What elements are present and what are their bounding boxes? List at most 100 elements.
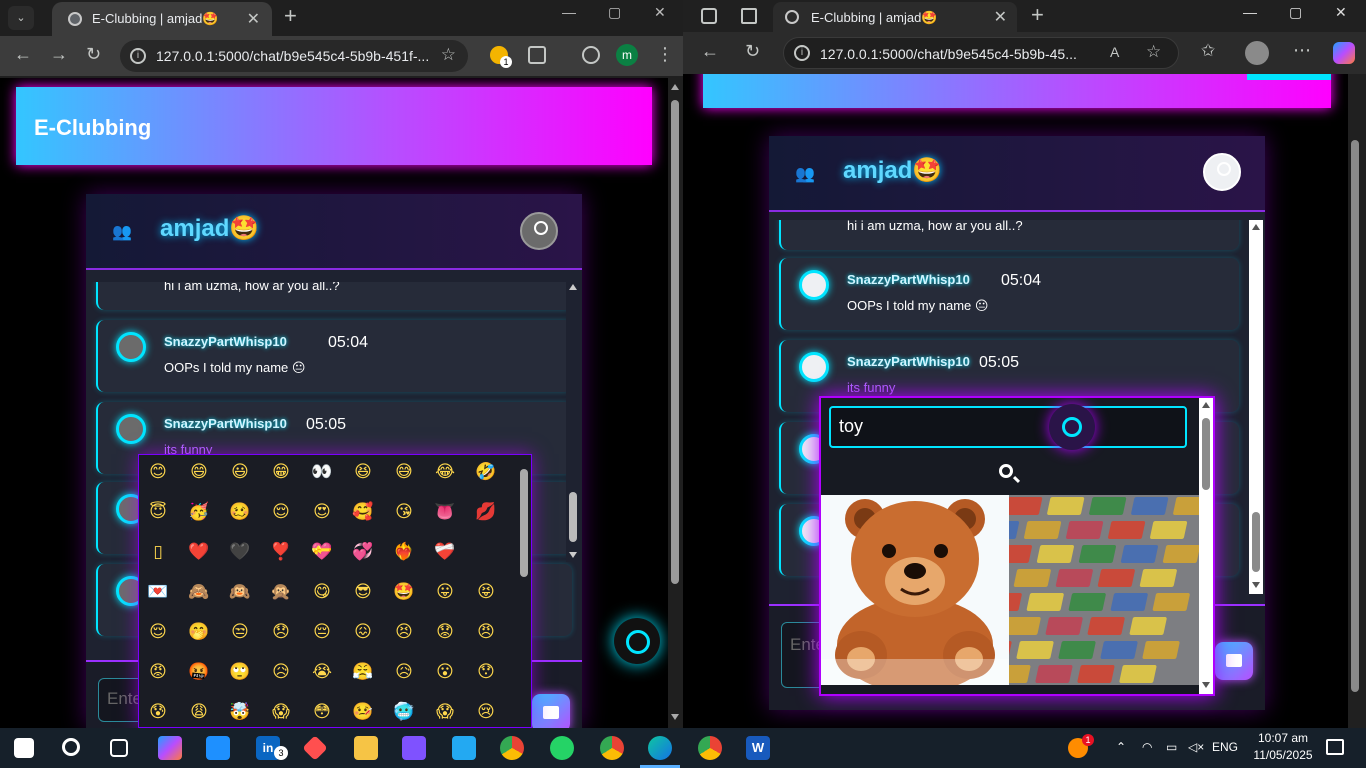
emoji-option[interactable]: 🙈: [182, 577, 216, 607]
scroll-up-arrow[interactable]: [569, 284, 577, 290]
close-window-button[interactable]: ✕: [654, 4, 666, 21]
settings-more-icon[interactable]: ⋯: [1293, 40, 1311, 61]
gif-scroll-up[interactable]: [1202, 402, 1210, 408]
gif-toggle-button[interactable]: [614, 618, 660, 664]
emoji-option[interactable]: 😅: [387, 457, 421, 487]
emoji-option[interactable]: 💌: [141, 577, 175, 607]
emoji-option[interactable]: 😖: [346, 617, 380, 647]
gif-toggle-button[interactable]: [1049, 404, 1095, 450]
store-icon[interactable]: [206, 736, 230, 760]
maximize-button[interactable]: ▢: [608, 4, 621, 21]
new-tab-button[interactable]: +: [1031, 2, 1044, 28]
page-scroll-thumb[interactable]: [671, 100, 679, 584]
bookmark-star-icon[interactable]: ☆: [441, 45, 456, 65]
visual-studio-icon[interactable]: [402, 736, 426, 760]
reload-button[interactable]: ↻: [86, 44, 101, 65]
emoji-option[interactable]: 😒: [223, 617, 257, 647]
back-button[interactable]: ←: [14, 44, 32, 65]
emoji-option[interactable]: 🥰: [346, 497, 380, 527]
emoji-option[interactable]: 😳: [305, 697, 339, 727]
emoji-option[interactable]: 💝: [305, 537, 339, 567]
tab-actions-icon[interactable]: [741, 8, 757, 24]
scroll-thumb[interactable]: [1252, 512, 1260, 572]
emoji-option[interactable]: 😮: [428, 657, 462, 687]
tab-search-button[interactable]: ⌄: [8, 6, 34, 30]
notifications-icon[interactable]: [1326, 739, 1344, 755]
emoji-option[interactable]: ❣️: [264, 537, 298, 567]
group-users-icon[interactable]: 👥: [112, 222, 132, 242]
emoji-option[interactable]: 😘: [387, 497, 421, 527]
emoji-option[interactable]: 😊: [141, 457, 175, 487]
site-info-icon[interactable]: i: [794, 45, 810, 61]
site-info-icon[interactable]: i: [130, 48, 146, 64]
chrome-alt-icon[interactable]: [698, 736, 722, 760]
copilot-icon[interactable]: [1333, 42, 1355, 64]
address-bar[interactable]: i 127.0.0.1:5000/chat/b9e545c4-5b9b-451f…: [120, 40, 468, 72]
file-explorer-icon[interactable]: [354, 736, 378, 760]
back-button[interactable]: ←: [701, 41, 719, 62]
emoji-option[interactable]: 👀: [305, 457, 339, 487]
emoji-option[interactable]: 🤒: [346, 697, 380, 727]
emoji-option[interactable]: 🤭: [182, 617, 216, 647]
page-scroll-up[interactable]: [671, 84, 679, 90]
scroll-thumb[interactable]: [569, 492, 577, 542]
emoji-option[interactable]: 🙉: [223, 577, 257, 607]
emoji-option[interactable]: 😥: [387, 657, 421, 687]
emoji-option[interactable]: 😱: [428, 697, 462, 727]
emoji-option[interactable]: 🥶: [387, 697, 421, 727]
image-upload-button[interactable]: [532, 694, 570, 728]
emoji-option[interactable]: 😃: [223, 457, 257, 487]
favorite-star-icon[interactable]: ☆: [1146, 42, 1161, 62]
emoji-option[interactable]: ❤️: [182, 537, 216, 567]
language-indicator[interactable]: ENG: [1212, 740, 1238, 754]
emoji-option[interactable]: 😝: [469, 577, 503, 607]
emoji-option[interactable]: ❤️‍🔥: [387, 537, 421, 567]
emoji-option[interactable]: 🙊: [264, 577, 298, 607]
emoji-option[interactable]: 😯: [469, 657, 503, 687]
emoji-option[interactable]: 😛: [428, 577, 462, 607]
clock-date[interactable]: 11/05/2025: [1250, 748, 1316, 762]
emoji-option[interactable]: 😩: [182, 697, 216, 727]
gif-scrollbar[interactable]: [1199, 398, 1213, 694]
emoji-option[interactable]: 😥: [264, 657, 298, 687]
emoji-option[interactable]: 😔: [305, 617, 339, 647]
emoji-option[interactable]: 😇: [141, 497, 175, 527]
emoji-scroll-thumb[interactable]: [520, 469, 528, 577]
whatsapp-icon[interactable]: [550, 736, 574, 760]
page-scrollbar[interactable]: [668, 78, 682, 728]
emoji-scrollbar[interactable]: [517, 455, 531, 727]
edge-icon[interactable]: [648, 736, 672, 760]
chevron-up-icon[interactable]: ⌃: [1116, 740, 1126, 754]
emoji-option[interactable]: 😢: [469, 697, 503, 727]
gif-search-input[interactable]: toy: [829, 406, 1187, 448]
emoji-option[interactable]: 😎: [346, 577, 380, 607]
emoji-option[interactable]: 🤩: [387, 577, 421, 607]
task-view-icon[interactable]: [110, 739, 128, 757]
gif-result-lego-bricks[interactable]: [1009, 495, 1199, 685]
address-bar[interactable]: i 127.0.0.1:5000/chat/b9e545c4-5b9b-45..…: [783, 37, 1179, 69]
minimize-button[interactable]: —: [1243, 4, 1257, 20]
close-tab-icon[interactable]: ✕: [994, 7, 1007, 27]
gif-scroll-down[interactable]: [1202, 682, 1210, 688]
maximize-button[interactable]: ▢: [1289, 4, 1302, 21]
emoji-option[interactable]: 😍: [305, 497, 339, 527]
scroll-down-arrow[interactable]: [1252, 582, 1260, 588]
scroll-down-arrow[interactable]: [569, 552, 577, 558]
page-scrollbar[interactable]: [1348, 74, 1362, 728]
group-users-icon[interactable]: 👥: [795, 164, 815, 184]
emoji-option[interactable]: 💋: [469, 497, 503, 527]
emoji-option[interactable]: 👅: [428, 497, 462, 527]
emoji-option[interactable]: 🖤: [223, 537, 257, 567]
git-icon[interactable]: [302, 735, 328, 761]
workspaces-icon[interactable]: [701, 8, 717, 24]
user-avatar[interactable]: [520, 212, 558, 250]
emoji-option[interactable]: 😱: [264, 697, 298, 727]
emoji-option[interactable]: 😋: [305, 577, 339, 607]
browser-tab[interactable]: E-Clubbing | amjad🤩 ✕: [773, 2, 1017, 32]
emoji-option[interactable]: ▯: [141, 537, 175, 567]
profile-avatar[interactable]: m: [616, 44, 638, 66]
clock-time[interactable]: 10:07 am: [1252, 731, 1314, 745]
forward-button[interactable]: →: [50, 44, 68, 65]
start-windows-icon[interactable]: [14, 738, 34, 758]
search-icon[interactable]: [62, 738, 80, 756]
